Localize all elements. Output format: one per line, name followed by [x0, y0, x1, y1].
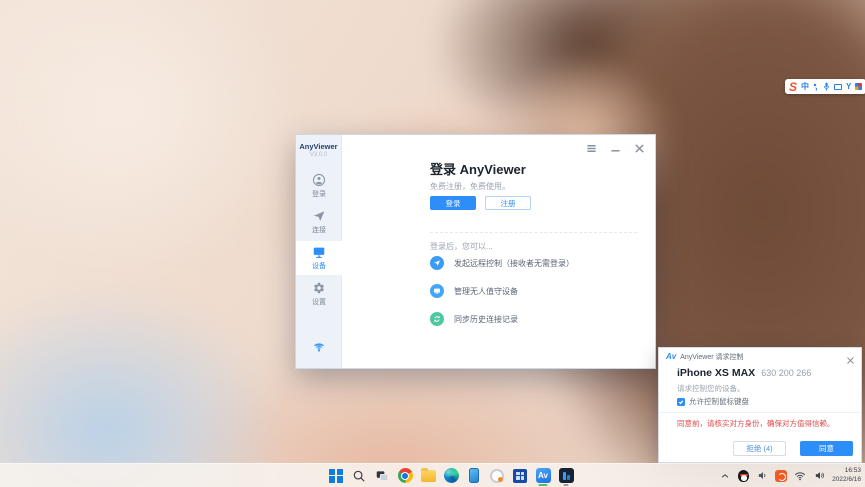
- windows-logo-icon: [329, 469, 343, 483]
- anyviewer-main-window: AnyViewer V3.0.0 登录 连接 设备: [295, 134, 656, 369]
- sogou-lang-toggle[interactable]: 中: [801, 83, 809, 91]
- feature-label: 管理无人值守设备: [454, 286, 518, 297]
- login-button[interactable]: 登录: [430, 196, 476, 210]
- edge-icon: [444, 468, 459, 483]
- sync-icon: [430, 312, 444, 326]
- sogou-toolbox-icon[interactable]: [855, 83, 862, 90]
- brand-name: AnyViewer: [296, 142, 341, 151]
- circular-app-button[interactable]: [488, 465, 506, 487]
- feature-label: 同步历史连接记录: [454, 314, 518, 325]
- device-id: 630 200 266: [761, 368, 811, 378]
- checkbox-checked-icon[interactable]: [677, 398, 685, 406]
- register-button[interactable]: 注册: [485, 196, 531, 210]
- taskbar-center: Av: [327, 464, 575, 487]
- sogou-punctuation-icon[interactable]: [813, 83, 819, 91]
- sidebar: AnyViewer V3.0.0 登录 连接 设备: [296, 135, 342, 368]
- sogou-logo-icon[interactable]: S: [789, 81, 797, 93]
- anyviewer-taskbar-button[interactable]: Av: [534, 465, 552, 487]
- reject-button[interactable]: 拒绝 (4): [733, 441, 786, 456]
- phone-icon: [469, 468, 479, 483]
- folder-icon: [421, 470, 436, 482]
- tray-chevron-up-icon[interactable]: [719, 470, 731, 482]
- sidebar-item-connect[interactable]: 连接: [296, 205, 342, 239]
- volume-icon[interactable]: [813, 470, 825, 482]
- ring-app-icon: [490, 469, 504, 483]
- monitor-icon: [312, 245, 326, 259]
- edge-button[interactable]: [442, 465, 460, 487]
- sidebar-item-label: 设置: [312, 297, 326, 307]
- search-icon: [352, 469, 366, 483]
- dark-app-button[interactable]: [557, 465, 575, 487]
- auth-buttons: 登录 注册: [430, 196, 531, 210]
- sidebar-item-label: 连接: [312, 225, 326, 235]
- divider: [430, 232, 637, 233]
- brand-version: V3.0.0: [296, 152, 341, 158]
- device-info: iPhone XS MAX 630 200 266: [677, 367, 811, 379]
- sidebar-item-login[interactable]: 登录: [296, 169, 342, 203]
- page-title: 登录 AnyViewer: [430, 159, 526, 178]
- file-explorer-button[interactable]: [419, 465, 437, 487]
- anyviewer-icon: Av: [536, 468, 551, 483]
- sogou-input-toolbar: S 中 Y: [785, 79, 865, 94]
- wallpaper-clothing-shape: [0, 290, 280, 487]
- office-app-button[interactable]: [511, 465, 529, 487]
- window-controls: [586, 141, 645, 152]
- page-subtitle: 免费注册，免费使用。: [430, 181, 510, 192]
- menu-icon[interactable]: [586, 141, 597, 152]
- sidebar-item-label: 登录: [312, 189, 326, 199]
- phone-link-button[interactable]: [465, 465, 483, 487]
- sogou-keyboard-icon[interactable]: [834, 84, 842, 90]
- divider: [659, 412, 861, 413]
- close-icon[interactable]: [634, 141, 645, 152]
- qq-icon[interactable]: [738, 470, 749, 482]
- wifi-icon[interactable]: [794, 470, 806, 482]
- tray-date: 2022/6/16: [832, 476, 861, 484]
- dialog-titlebar: Av AnyViewer 请求控制: [666, 352, 744, 362]
- gear-icon: [312, 281, 326, 295]
- start-button[interactable]: [327, 465, 345, 487]
- feature-unattended-devices: 管理无人值守设备: [430, 283, 518, 299]
- monitor-icon: [430, 284, 444, 298]
- taskbar: Av 16:53 2022/6/16: [0, 463, 865, 487]
- security-warning: 同意前，请核实对方身份，确保对方值得信赖。: [677, 418, 835, 429]
- user-icon: [312, 173, 326, 187]
- request-control-dialog: Av AnyViewer 请求控制 iPhone XS MAX 630 200 …: [658, 347, 862, 463]
- paper-plane-icon: [430, 256, 444, 270]
- dark-app-icon: [559, 468, 574, 483]
- feature-sync-history: 同步历史连接记录: [430, 311, 518, 327]
- accept-button[interactable]: 同意: [800, 441, 853, 456]
- sogou-mic-icon[interactable]: [823, 82, 830, 91]
- audio-device-icon[interactable]: [756, 470, 768, 482]
- search-button[interactable]: [350, 465, 368, 487]
- allow-input-checkbox-row[interactable]: 允许控制鼠标键盘: [677, 396, 749, 407]
- close-icon[interactable]: [846, 352, 855, 361]
- minimize-icon[interactable]: [610, 141, 621, 152]
- sidebar-item-devices[interactable]: 设备: [296, 241, 342, 275]
- request-message: 请求控制您的设备。: [677, 383, 745, 394]
- anyviewer-logo-icon: Av: [666, 353, 676, 361]
- after-login-hint: 登录后，您可以...: [430, 241, 493, 252]
- chrome-icon: [398, 468, 413, 483]
- office-icon: [513, 469, 527, 483]
- task-view-icon: [375, 469, 389, 483]
- feature-label: 发起远程控制（接收者无需登录）: [454, 258, 574, 269]
- sogou-mode-icon[interactable]: Y: [846, 83, 851, 91]
- network-status-icon: [296, 341, 342, 353]
- tray-time: 16:53: [832, 467, 861, 475]
- sidebar-item-settings[interactable]: 设置: [296, 277, 342, 311]
- orange-tray-app-icon[interactable]: [775, 470, 787, 482]
- system-tray: 16:53 2022/6/16: [719, 464, 861, 487]
- task-view-button[interactable]: [373, 465, 391, 487]
- checkbox-label: 允许控制鼠标键盘: [689, 396, 749, 407]
- taskbar-clock[interactable]: 16:53 2022/6/16: [832, 467, 861, 484]
- feature-remote-control: 发起远程控制（接收者无需登录）: [430, 255, 574, 271]
- paper-plane-icon: [312, 209, 326, 223]
- dialog-buttons: 拒绝 (4) 同意: [733, 441, 853, 456]
- main-content: 登录 AnyViewer 免费注册，免费使用。 登录 注册 登录后，您可以...…: [342, 135, 655, 368]
- sidebar-item-label: 设备: [312, 261, 326, 271]
- chrome-button[interactable]: [396, 465, 414, 487]
- device-name: iPhone XS MAX: [677, 367, 755, 379]
- dialog-title: AnyViewer 请求控制: [680, 352, 743, 362]
- app-brand: AnyViewer V3.0.0: [296, 135, 341, 158]
